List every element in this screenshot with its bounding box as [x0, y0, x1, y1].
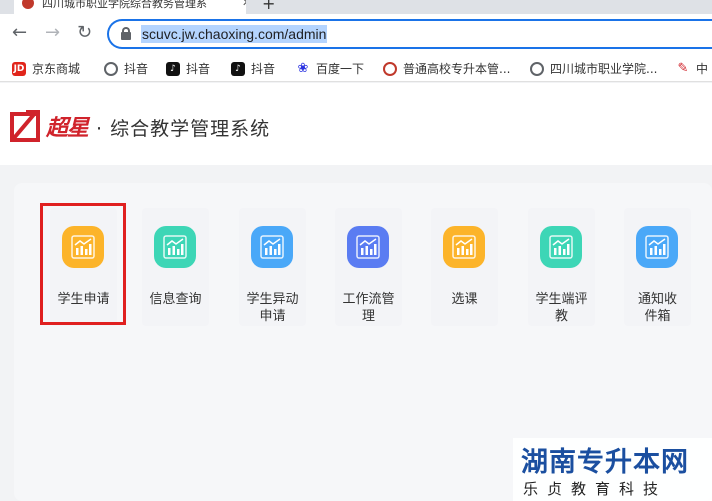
bookmark-label: 抖音: [186, 62, 211, 76]
bookmark-label: 抖音: [251, 62, 276, 76]
chart-icon: [443, 226, 485, 268]
globe-icon: [530, 61, 544, 76]
module-notification-inbox[interactable]: 通知收 件箱: [624, 208, 691, 326]
globe-icon: [104, 61, 118, 76]
lock-icon: [121, 27, 131, 40]
module-info-query[interactable]: 信息查询: [142, 208, 209, 326]
chart-icon: [347, 226, 389, 268]
jd-logo-icon: JD: [12, 61, 26, 76]
bookmark-zhuanshengben[interactable]: 普通高校专升本管...: [383, 60, 510, 77]
bookmark-jd[interactable]: JD 京东商城: [12, 60, 80, 77]
page-header: 超星 · 综合教学管理系统: [0, 83, 712, 165]
new-tab-button[interactable]: +: [262, 0, 275, 13]
feather-icon: ✎: [676, 60, 690, 76]
seal-icon: [383, 61, 397, 76]
browser-tab-strip: 四川城市职业学院综合教务管理系 ✕ +: [0, 0, 712, 14]
reload-icon[interactable]: ↻: [77, 23, 92, 43]
bookmark-baidu[interactable]: ❀ 百度一下: [296, 60, 364, 77]
bookmark-label: 抖音: [124, 62, 149, 76]
module-label: 选课: [451, 292, 478, 307]
tab-close-icon[interactable]: ✕: [242, 0, 246, 9]
module-status-change[interactable]: 学生异动 申请: [239, 208, 306, 326]
chaoxing-logo-icon: [10, 110, 40, 142]
highlight-box: [40, 203, 126, 325]
forward-arrow-icon[interactable]: →: [45, 23, 60, 43]
module-label: 通知收 件箱: [637, 292, 677, 324]
module-label: 工作流管理: [342, 292, 395, 324]
url-text[interactable]: scuvc.jw.chaoxing.com/admin: [141, 25, 328, 43]
module-workflow[interactable]: 工作流管理: [335, 208, 402, 326]
bookmarks-bar: JD 京东商城 抖音 ♪ 抖音 ♪ 抖音 ❀ 百度一下 普通高校专升本管... …: [0, 54, 712, 82]
module-label: 学生异动 申请: [246, 292, 299, 324]
bookmark-zhong[interactable]: ✎ 中: [676, 60, 708, 77]
browser-tab[interactable]: 四川城市职业学院综合教务管理系 ✕: [14, 0, 246, 14]
site-favicon-icon: [22, 0, 34, 9]
module-label: 学生端评教: [535, 292, 588, 324]
page-title: · 综合教学管理系统: [96, 118, 271, 140]
chart-icon: [636, 226, 678, 268]
chart-icon: [540, 226, 582, 268]
chart-icon: [154, 226, 196, 268]
baidu-paw-icon: ❀: [296, 60, 310, 76]
bookmark-label: 百度一下: [316, 62, 365, 76]
tab-title: 四川城市职业学院综合教务管理系: [42, 0, 207, 10]
back-arrow-icon[interactable]: ←: [12, 23, 27, 43]
bookmark-douyin-2[interactable]: ♪ 抖音: [166, 60, 210, 77]
browser-toolbar: ← → ↻ scuvc.jw.chaoxing.com/admin: [0, 14, 712, 54]
logo-text: 超星: [46, 115, 89, 141]
watermark-subtitle: 乐贞教育科技: [523, 480, 668, 498]
address-bar[interactable]: scuvc.jw.chaoxing.com/admin: [107, 19, 712, 49]
watermark-title: 湖南专升本网: [521, 447, 689, 478]
bookmark-label: 中: [696, 62, 709, 76]
bookmark-label: 四川城市职业学院...: [550, 62, 658, 76]
module-course-selection[interactable]: 选课: [431, 208, 498, 326]
tiktok-icon: ♪: [231, 61, 245, 76]
bookmark-douyin-3[interactable]: ♪ 抖音: [231, 60, 275, 77]
bookmark-label: 普通高校专升本管...: [403, 62, 511, 76]
bookmark-label: 京东商城: [32, 62, 81, 76]
watermark: 湖南专升本网 乐贞教育科技: [513, 438, 712, 501]
module-teaching-evaluation[interactable]: 学生端评教: [528, 208, 595, 326]
tiktok-icon: ♪: [166, 61, 180, 76]
module-label: 信息查询: [149, 292, 202, 307]
bookmark-douyin-1[interactable]: 抖音: [104, 60, 148, 77]
chart-icon: [251, 226, 293, 268]
bookmark-scuvc[interactable]: 四川城市职业学院...: [530, 60, 657, 77]
